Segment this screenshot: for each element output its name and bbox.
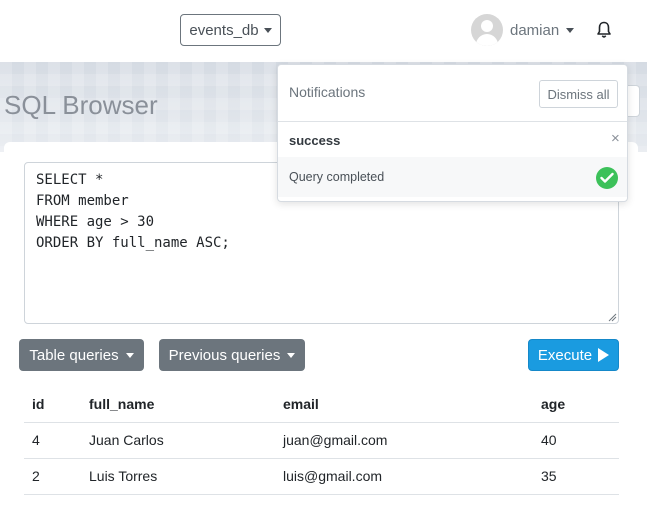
- previous-queries-button[interactable]: Previous queries: [159, 339, 305, 371]
- column-header: age: [533, 386, 619, 423]
- column-header: full_name: [81, 386, 275, 423]
- table-cell: juan@gmail.com: [275, 422, 533, 459]
- chevron-down-icon: [125, 352, 134, 358]
- database-selector-label: events_db: [189, 21, 259, 39]
- chevron-down-icon: [263, 27, 272, 33]
- previous-queries-label: Previous queries: [168, 346, 281, 364]
- divider: [278, 121, 627, 122]
- notification-type: success: [289, 133, 341, 148]
- hidden-input-edge: [628, 85, 640, 117]
- execute-button[interactable]: Execute: [528, 339, 619, 371]
- chevron-down-icon: [287, 352, 296, 358]
- table-cell: 4: [24, 422, 81, 459]
- column-header: email: [275, 386, 533, 423]
- top-navbar: events_db damian: [0, 0, 647, 62]
- notifications-dropdown: Notifications Dismiss all success × Quer…: [277, 64, 628, 202]
- user-menu[interactable]: damian: [471, 13, 575, 47]
- username-label: damian: [510, 21, 560, 39]
- page-title: SQL Browser: [4, 90, 158, 120]
- database-selector[interactable]: events_db: [180, 14, 281, 46]
- table-cell: luis@gmail.com: [275, 458, 533, 495]
- table-cell: 35: [533, 458, 619, 495]
- notification-message: Query completed: [289, 170, 385, 184]
- resize-handle-icon[interactable]: [607, 312, 617, 322]
- chevron-down-icon: [566, 27, 575, 33]
- table-header-row: id full_name email age: [24, 386, 619, 423]
- avatar: [471, 14, 503, 46]
- table-row: 4 Juan Carlos juan@gmail.com 40: [24, 422, 619, 459]
- table-row: 2 Luis Torres luis@gmail.com 35: [24, 458, 619, 495]
- results-table: id full_name email age 4 Juan Carlos jua…: [24, 386, 619, 495]
- notification-item: Query completed: [278, 157, 627, 197]
- table-queries-button[interactable]: Table queries: [19, 339, 144, 371]
- close-icon[interactable]: ×: [611, 131, 620, 147]
- table-cell: 2: [24, 458, 81, 495]
- table-queries-label: Table queries: [29, 346, 119, 364]
- dismiss-all-button[interactable]: Dismiss all: [539, 80, 618, 108]
- table-cell: Juan Carlos: [81, 422, 275, 459]
- table-cell: 40: [533, 422, 619, 459]
- column-header: id: [24, 386, 81, 423]
- table-cell: Luis Torres: [81, 458, 275, 495]
- check-circle-icon: [596, 167, 618, 189]
- bell-icon[interactable]: [596, 21, 612, 39]
- play-icon: [598, 348, 610, 362]
- notifications-title: Notifications: [289, 84, 366, 100]
- execute-label: Execute: [537, 346, 593, 364]
